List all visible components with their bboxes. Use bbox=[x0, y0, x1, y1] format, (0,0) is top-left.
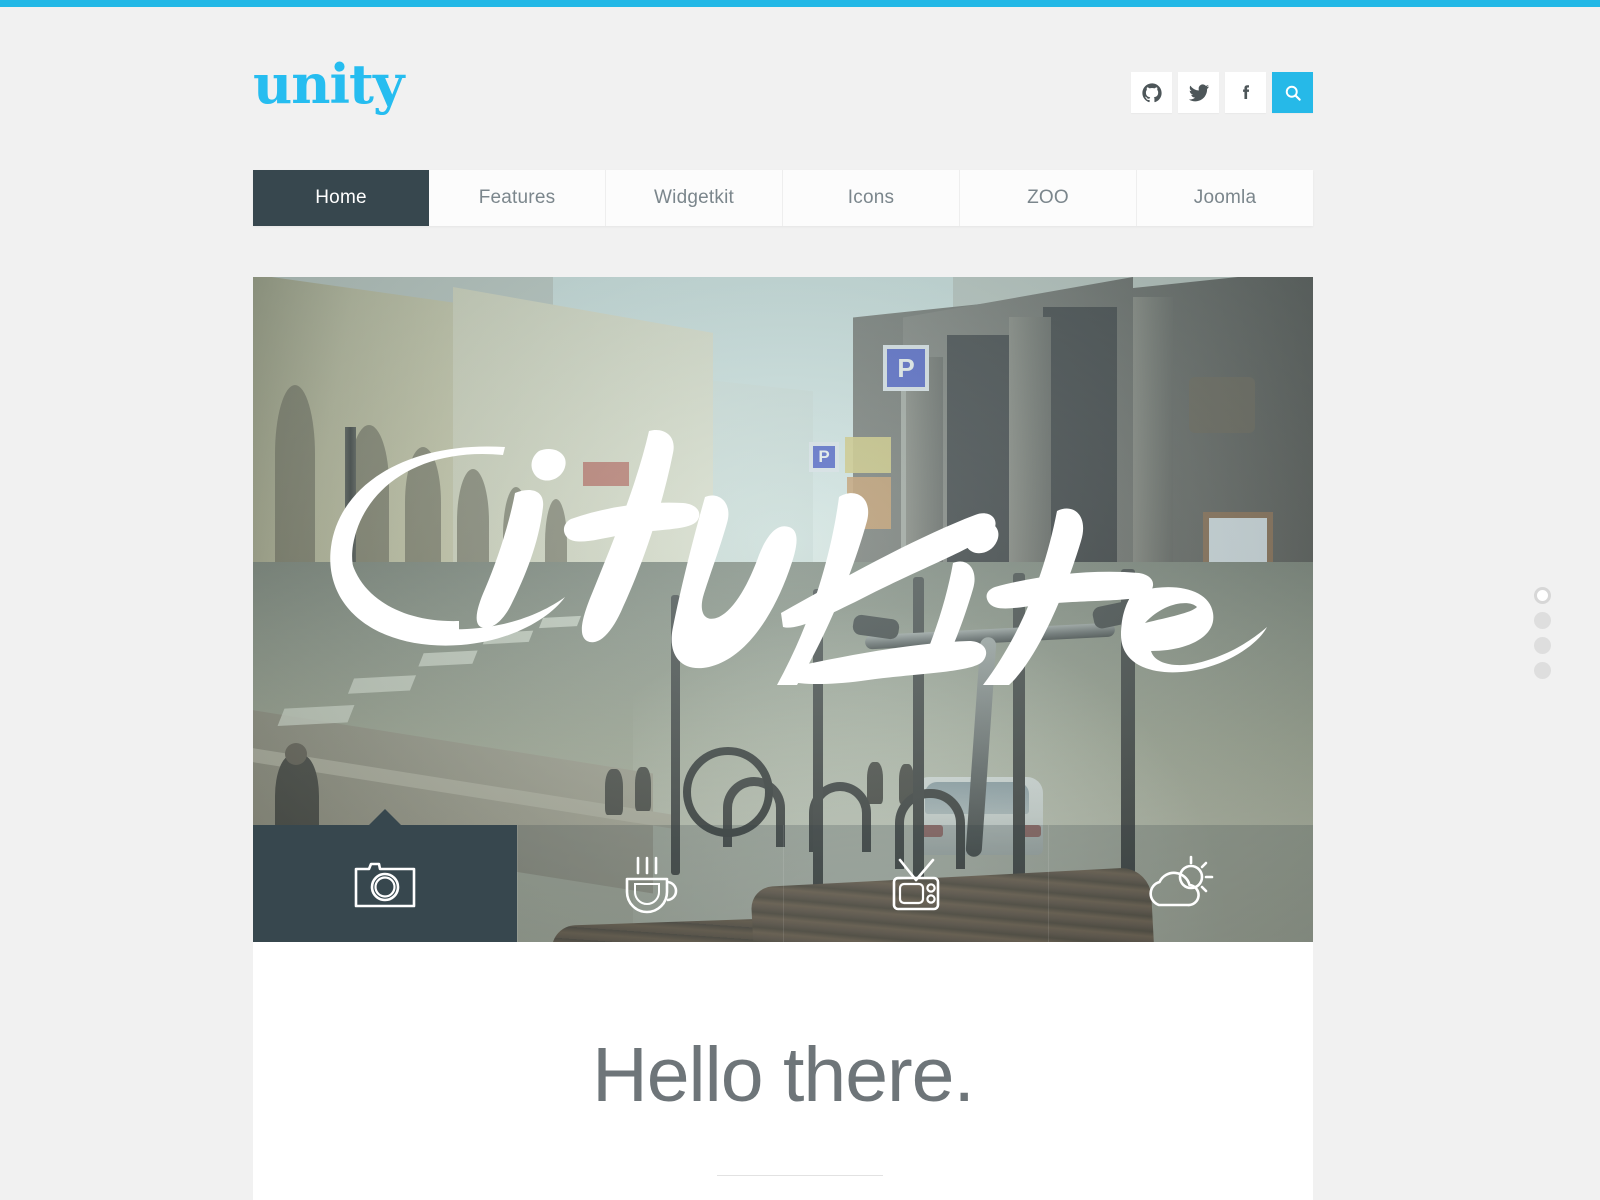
social-links bbox=[1131, 72, 1313, 113]
twitter-icon bbox=[1188, 83, 1209, 101]
coffee-icon bbox=[626, 856, 678, 913]
section-divider bbox=[717, 1175, 883, 1176]
search-icon bbox=[1285, 85, 1301, 101]
site-logo[interactable]: unity bbox=[253, 57, 404, 111]
slider-dot-2[interactable] bbox=[1534, 612, 1551, 629]
github-link[interactable] bbox=[1131, 72, 1172, 113]
twitter-link[interactable] bbox=[1178, 72, 1219, 113]
hero-category-tabs bbox=[253, 809, 1313, 942]
main-navigation: Home Features Widgetkit Icons ZOO Joomla bbox=[253, 170, 1313, 226]
facebook-icon bbox=[1242, 84, 1249, 99]
github-icon bbox=[1141, 82, 1162, 102]
search-button[interactable] bbox=[1272, 72, 1313, 113]
hero-tab-photo[interactable] bbox=[253, 809, 518, 942]
camera-icon bbox=[354, 862, 416, 907]
hero-tab-tv[interactable] bbox=[782, 825, 1048, 942]
hero-tab-weather[interactable] bbox=[1047, 825, 1313, 942]
tv-icon bbox=[892, 858, 939, 910]
slider-dot-1[interactable] bbox=[1534, 587, 1551, 604]
facebook-link[interactable] bbox=[1225, 72, 1266, 113]
nav-item-icons[interactable]: Icons bbox=[783, 170, 960, 226]
slider-pagination bbox=[1534, 587, 1551, 679]
hero-tab-coffee[interactable] bbox=[517, 825, 783, 942]
content-section: Hello there. bbox=[253, 942, 1313, 1200]
top-accent-bar bbox=[0, 0, 1600, 7]
nav-item-home[interactable]: Home bbox=[253, 170, 429, 226]
nav-item-widgetkit[interactable]: Widgetkit bbox=[606, 170, 783, 226]
nav-item-joomla[interactable]: Joomla bbox=[1137, 170, 1313, 226]
slider-dot-4[interactable] bbox=[1534, 662, 1551, 679]
page-title: Hello there. bbox=[592, 1032, 975, 1118]
weather-icon bbox=[1149, 855, 1214, 906]
nav-item-zoo[interactable]: ZOO bbox=[960, 170, 1137, 226]
site-header: unity bbox=[253, 40, 1313, 150]
page-root: unity Home Features Widgetkit Icons ZOO … bbox=[0, 7, 1600, 1200]
hero-slider[interactable]: P P bbox=[253, 277, 1313, 942]
slider-dot-3[interactable] bbox=[1534, 637, 1551, 654]
nav-item-features[interactable]: Features bbox=[429, 170, 606, 226]
